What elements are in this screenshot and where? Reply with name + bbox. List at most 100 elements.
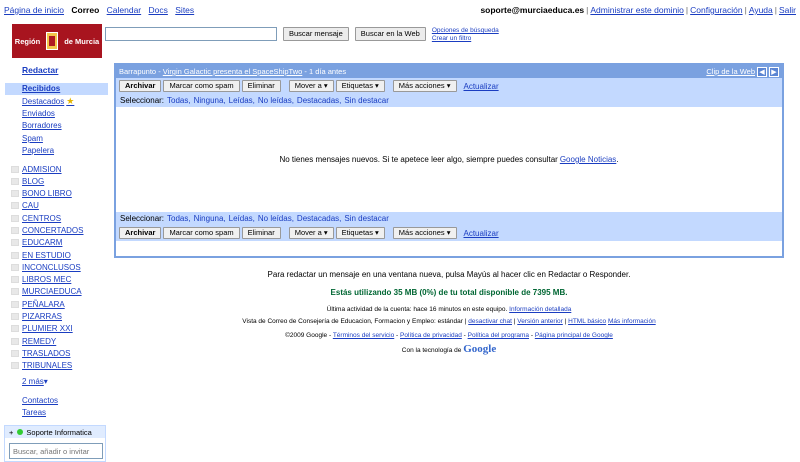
nav-label[interactable]: PIZARRAS	[11, 312, 62, 321]
search-web-button[interactable]: Buscar en la Web	[354, 27, 426, 41]
top-link-mail[interactable]: Correo	[71, 5, 99, 15]
label-name[interactable]: EN ESTUDIO	[22, 251, 71, 260]
top-link-docs[interactable]: Docs	[149, 5, 168, 15]
prev-arrow-icon[interactable]: ◀	[757, 66, 767, 77]
google-news-link[interactable]: Google Noticias	[560, 155, 616, 164]
top-link-home[interactable]: Página de inicio	[4, 5, 64, 15]
nav-label[interactable]: EN ESTUDIO	[11, 251, 71, 260]
label-name[interactable]: CONCERTADOS	[22, 226, 84, 235]
terms-link[interactable]: Términos del servicio	[333, 332, 394, 339]
label-name[interactable]: INCONCLUSOS	[22, 263, 81, 272]
region-murcia-logo[interactable]: Región de Murcia	[12, 24, 102, 58]
mark-spam-button[interactable]: Marcar como spam	[163, 80, 240, 92]
nav-label[interactable]: TRASLADOS	[11, 349, 70, 358]
refresh-link[interactable]: Actualizar	[464, 82, 499, 91]
nav-label[interactable]: BONO LIBRO	[11, 189, 72, 198]
select-all[interactable]: Todas,	[167, 96, 191, 105]
more-actions-dropdown[interactable]: Más acciones ▾	[392, 227, 457, 239]
label-name[interactable]: CENTROS	[22, 214, 61, 223]
nav-label[interactable]: LIBROS MEC	[11, 275, 71, 284]
contacts-link[interactable]: Contactos	[22, 396, 58, 405]
nav-label[interactable]: CENTROS	[11, 214, 61, 223]
top-link-settings[interactable]: Configuración	[690, 5, 742, 15]
more-labels-toggle[interactable]: 2 más▾	[22, 377, 48, 386]
select-unread[interactable]: No leídas,	[258, 214, 294, 223]
label-name[interactable]: PLUMIER XXI	[22, 324, 73, 333]
disable-chat-link[interactable]: desactivar chat	[468, 318, 512, 325]
archive-button[interactable]: Archivar	[119, 227, 162, 239]
more-info-link[interactable]: Más información	[608, 318, 656, 325]
label-name[interactable]: CAU	[22, 201, 39, 210]
select-read[interactable]: Leídas,	[229, 214, 255, 223]
select-all[interactable]: Todas,	[167, 214, 191, 223]
label-name[interactable]: MURCIAEDUCA	[22, 287, 82, 296]
label-name[interactable]: EDUCARM	[22, 238, 62, 247]
label-name[interactable]: LIBROS MEC	[22, 275, 71, 284]
archive-button[interactable]: Archivar	[119, 80, 162, 92]
move-to-dropdown[interactable]: Mover a ▾	[288, 227, 334, 239]
more-actions-dropdown[interactable]: Más acciones ▾	[392, 80, 457, 92]
google-home-link[interactable]: Página principal de Google	[535, 332, 613, 339]
nav-label[interactable]: REMEDY	[11, 337, 56, 346]
nav-label[interactable]: CAU	[11, 201, 39, 210]
nav-drafts[interactable]: Borradores	[22, 121, 62, 130]
labels-dropdown[interactable]: Etiquetas ▾	[335, 80, 385, 92]
select-unread[interactable]: No leídas,	[258, 96, 294, 105]
compose-link[interactable]: Redactar	[22, 65, 58, 75]
nav-trash[interactable]: Papelera	[22, 146, 54, 155]
delete-button[interactable]: Eliminar	[241, 227, 281, 239]
top-link-help[interactable]: Ayuda	[749, 5, 773, 15]
expand-icon[interactable]: +	[9, 428, 13, 437]
select-none[interactable]: Ninguna,	[194, 214, 226, 223]
nav-starred[interactable]: Destacados ★	[22, 96, 74, 107]
nav-label[interactable]: BLOG	[11, 177, 44, 186]
label-name[interactable]: TRIBUNALES	[22, 361, 72, 370]
delete-button[interactable]: Eliminar	[241, 80, 281, 92]
label-name[interactable]: BLOG	[22, 177, 44, 186]
chat-header[interactable]: + Soporte Informatica	[5, 426, 105, 438]
nav-label[interactable]: ADMISION	[11, 165, 62, 174]
mark-spam-button[interactable]: Marcar como spam	[163, 227, 240, 239]
select-starred[interactable]: Destacadas,	[297, 214, 341, 223]
search-input[interactable]	[105, 27, 277, 41]
select-read[interactable]: Leídas,	[229, 96, 255, 105]
label-name[interactable]: TRASLADOS	[22, 349, 70, 358]
create-filter-link[interactable]: Crear un filtro	[432, 35, 499, 43]
activity-details-link[interactable]: Información detallada	[509, 306, 571, 313]
top-link-admin[interactable]: Administrar este dominio	[590, 5, 684, 15]
search-mail-button[interactable]: Buscar mensaje	[283, 27, 349, 41]
inbox-link[interactable]: Recibidos	[5, 83, 108, 95]
nav-label[interactable]: INCONCLUSOS	[11, 263, 81, 272]
program-policy-link[interactable]: Política del programa	[468, 332, 529, 339]
refresh-link[interactable]: Actualizar	[464, 229, 499, 238]
nav-sent[interactable]: Enviados	[22, 109, 55, 118]
select-unstarred[interactable]: Sin destacar	[344, 96, 388, 105]
top-link-signout[interactable]: Salir	[779, 5, 796, 15]
tasks-link[interactable]: Tareas	[22, 408, 46, 417]
older-version-link[interactable]: Versión anterior	[517, 318, 563, 325]
basic-html-link[interactable]: HTML básico	[568, 318, 606, 325]
web-clip-label[interactable]: Clip de la Web	[706, 67, 755, 76]
select-unstarred[interactable]: Sin destacar	[344, 214, 388, 223]
nav-label[interactable]: TRIBUNALES	[11, 361, 72, 370]
select-starred[interactable]: Destacadas,	[297, 96, 341, 105]
label-name[interactable]: PIZARRAS	[22, 312, 62, 321]
chat-search-input[interactable]	[9, 443, 103, 459]
nav-label[interactable]: EDUCARM	[11, 238, 62, 247]
label-name[interactable]: BONO LIBRO	[22, 189, 72, 198]
select-none[interactable]: Ninguna,	[194, 96, 226, 105]
nav-label[interactable]: CONCERTADOS	[11, 226, 84, 235]
privacy-link[interactable]: Política de privacidad	[400, 332, 462, 339]
labels-dropdown[interactable]: Etiquetas ▾	[335, 227, 385, 239]
top-link-sites[interactable]: Sites	[175, 5, 194, 15]
web-clip-headline[interactable]: Virgin Galactic presenta el SpaceShipTwo	[163, 67, 303, 76]
label-name[interactable]: PEÑALARA	[22, 300, 65, 309]
nav-label[interactable]: MURCIAEDUCA	[11, 287, 82, 296]
move-to-dropdown[interactable]: Mover a ▾	[288, 80, 334, 92]
nav-label[interactable]: PLUMIER XXI	[11, 324, 73, 333]
label-name[interactable]: REMEDY	[22, 337, 56, 346]
next-arrow-icon[interactable]: ▶	[769, 66, 779, 77]
label-name[interactable]: ADMISION	[22, 165, 62, 174]
search-options-link[interactable]: Opciones de búsqueda	[432, 27, 499, 35]
top-link-calendar[interactable]: Calendar	[107, 5, 142, 15]
